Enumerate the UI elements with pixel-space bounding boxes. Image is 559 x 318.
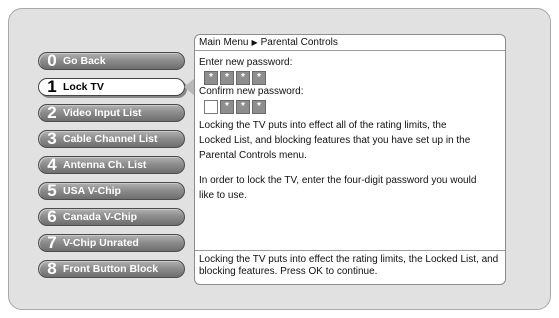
- menu-item-antenna-ch-list[interactable]: 4 Antenna Ch. List: [38, 156, 185, 174]
- password-digit: *: [220, 100, 234, 114]
- new-password-field[interactable]: * * * *: [204, 71, 500, 85]
- menu-item-video-input-list[interactable]: 2 Video Input List: [38, 104, 185, 122]
- menu-item-go-back[interactable]: 0 Go Back: [38, 52, 185, 70]
- password-digit: *: [236, 71, 250, 85]
- menu-item-number: 4: [47, 155, 57, 174]
- new-password-label: Enter new password:: [199, 57, 293, 68]
- breadcrumb-arrow-icon: ▶: [251, 38, 258, 47]
- panel-content: Enter new password: * * * * Confirm new …: [195, 51, 505, 203]
- menu-item-number: 8: [47, 259, 57, 278]
- breadcrumb-current: Parental Controls: [260, 37, 338, 48]
- menu-item-number: 3: [47, 129, 57, 148]
- confirm-password-label: Confirm new password:: [199, 86, 304, 97]
- menu-item-label: USA V-Chip: [63, 185, 121, 197]
- password-digit: *: [236, 100, 250, 114]
- parental-controls-panel: Main Menu ▶ Parental Controls Enter new pa…: [194, 34, 506, 285]
- breadcrumb: Main Menu ▶ Parental Controls: [195, 35, 505, 51]
- password-digit: *: [252, 100, 266, 114]
- menu-item-number: 5: [47, 181, 57, 200]
- menu-item-cable-channel-list[interactable]: 3 Cable Channel List: [38, 130, 185, 148]
- password-digit-cursor: [204, 100, 218, 114]
- menu-item-label: Antenna Ch. List: [63, 159, 147, 171]
- menu-item-label: Cable Channel List: [63, 133, 158, 145]
- menu-item-canada-v-chip[interactable]: 6 Canada V-Chip: [38, 208, 185, 226]
- description-paragraph: Locking the TV puts into effect all of t…: [199, 120, 471, 161]
- menu-item-number: 6: [47, 207, 57, 226]
- menu-item-label: V-Chip Unrated: [63, 237, 139, 249]
- menu-item-label: Lock TV: [63, 81, 104, 93]
- menu-item-label: Front Button Block: [63, 263, 159, 275]
- confirm-password-field[interactable]: * * *: [204, 100, 500, 114]
- description-paragraph: In order to lock the TV, enter the four-…: [199, 175, 477, 201]
- menu-item-number: 1: [47, 77, 57, 96]
- menu-item-number: 7: [47, 233, 57, 252]
- menu-item-number: 0: [47, 51, 57, 70]
- menu-item-label: Go Back: [63, 55, 106, 67]
- panel-description: Locking the TV puts into effect all of t…: [199, 118, 479, 203]
- password-digit: *: [220, 71, 234, 85]
- password-digit: *: [204, 71, 218, 85]
- menu-item-front-button-block[interactable]: 8 Front Button Block: [38, 260, 185, 278]
- menu-item-label: Video Input List: [63, 107, 142, 119]
- password-digit: *: [252, 71, 266, 85]
- menu-item-number: 2: [47, 103, 57, 122]
- menu-item-v-chip-unrated[interactable]: 7 V-Chip Unrated: [38, 234, 185, 252]
- menu-item-lock-tv[interactable]: 1 Lock TV: [38, 78, 185, 96]
- menu-item-usa-v-chip[interactable]: 5 USA V-Chip: [38, 182, 185, 200]
- panel-footer-help: Locking the TV puts into effect the rati…: [195, 250, 505, 284]
- breadcrumb-root: Main Menu: [199, 37, 249, 48]
- menu-item-label: Canada V-Chip: [63, 211, 138, 223]
